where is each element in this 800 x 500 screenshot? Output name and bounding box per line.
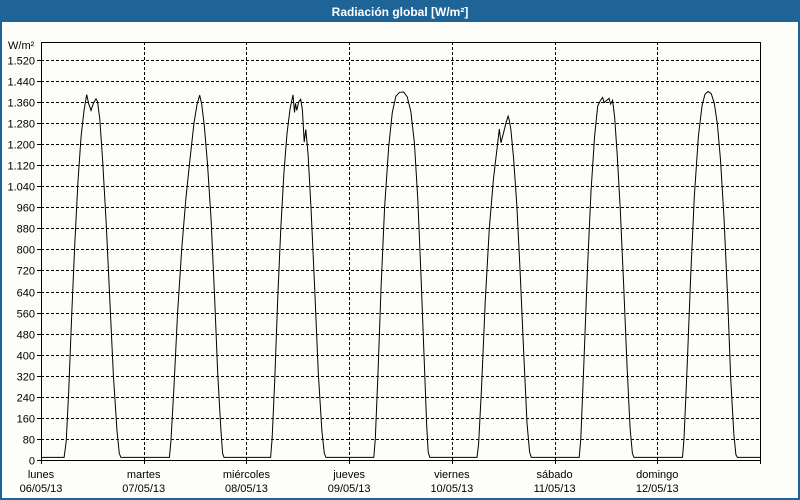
radiation-line [41, 90, 760, 458]
y-tick-label: 640 [17, 288, 35, 300]
y-tick-label: 480 [17, 330, 35, 342]
y-tick-label: 1.440 [7, 77, 35, 89]
y-tick-label: 1.200 [7, 140, 35, 152]
radiation-series [41, 90, 760, 458]
x-weekday-label: domingo [636, 469, 678, 481]
y-tick-label: 1.040 [7, 182, 35, 194]
x-date-label: 10/05/13 [430, 483, 473, 495]
title-bar: Radiación global [W/m²] [2, 2, 798, 22]
y-tick-label: 0 [29, 456, 35, 468]
x-date-label: 08/05/13 [225, 483, 268, 495]
x-date-label: 12/05/13 [636, 483, 679, 495]
x-axis-labels: lunes 06/05/13 martes 07/05/13 miércoles 08/0… [20, 469, 679, 495]
x-date-label: 07/05/13 [122, 483, 165, 495]
y-tick-label: 560 [17, 309, 35, 321]
x-weekday-label: lunes [28, 469, 55, 481]
x-weekday-label: miércoles [223, 469, 271, 481]
y-tick-label: 1.280 [7, 119, 35, 131]
y-tick-label: 960 [17, 203, 35, 215]
chart-container: 0 80 160 240 320 400 480 560 640 720 800 880 960 1.04… [2, 22, 798, 498]
app-window: Radiación global [W/m²] 0 80 160 240 320 400 4… [0, 0, 800, 500]
y-tick-label: 80 [23, 435, 35, 447]
y-tick-label: 1.360 [7, 98, 35, 110]
y-tick-label: 880 [17, 224, 35, 236]
y-tick-label: 240 [17, 393, 35, 405]
x-weekday-label: jueves [332, 469, 365, 481]
y-tick-label: 720 [17, 266, 35, 278]
x-weekday-label: viernes [434, 469, 470, 481]
x-date-label: 06/05/13 [20, 483, 63, 495]
y-tick-label: 320 [17, 372, 35, 384]
radiation-chart: 0 80 160 240 320 400 480 560 640 720 800 880 960 1.04… [7, 40, 761, 495]
window-title: Radiación global [W/m²] [331, 5, 469, 19]
y-axis-unit-label: W/m² [8, 40, 35, 52]
gridlines [41, 42, 760, 460]
x-weekday-label: martes [127, 469, 161, 481]
y-tick-label: 160 [17, 414, 35, 426]
axis-ticks [37, 60, 761, 464]
x-date-label: 11/05/13 [534, 483, 576, 495]
y-tick-label: 400 [17, 351, 35, 363]
y-tick-label: 800 [17, 245, 35, 257]
y-tick-label: 1.520 [7, 56, 35, 68]
y-axis-labels: 0 80 160 240 320 400 480 560 640 720 800 880 960 1.04… [7, 40, 35, 468]
x-date-label: 09/05/13 [328, 483, 371, 495]
y-tick-label: 1.120 [7, 161, 35, 173]
x-weekday-label: sábado [537, 469, 573, 481]
